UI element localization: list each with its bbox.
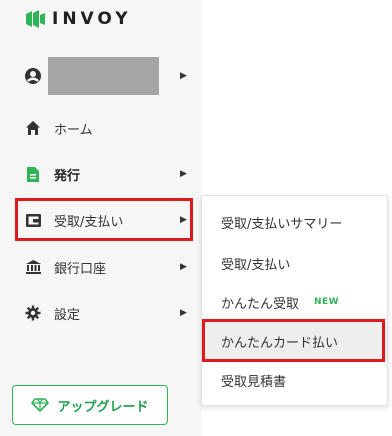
submenu-item-summary[interactable]: 受取/支払いサマリー (202, 202, 387, 242)
sidebar-item-settings[interactable]: 設定 ▶ (0, 293, 202, 333)
account-icon (24, 67, 42, 85)
sidebar: INVOY ▶ ホーム 発行 ▶ 受取/支払い ▶ 銀行口座 ▶ 設定 ▶ アッ… (0, 0, 202, 436)
invoy-logo-icon (26, 10, 45, 28)
submenu-item-easy-card-pay[interactable]: かんたんカード払い (202, 321, 387, 361)
sidebar-item-issue[interactable]: 発行 ▶ (0, 154, 202, 194)
upgrade-button[interactable]: アップグレード (12, 385, 168, 425)
submenu-item-easy-receive[interactable]: かんたん受取 NEW (202, 282, 387, 322)
sidebar-item-label: 銀行口座 (54, 261, 107, 277)
sidebar-item-bank-account[interactable]: 銀行口座 ▶ (0, 247, 202, 287)
sidebar-item-receive-pay[interactable]: 受取/支払い ▶ (0, 200, 202, 240)
home-icon (24, 119, 42, 137)
redacted-account-name (48, 57, 159, 95)
sidebar-item-label: 発行 (54, 168, 81, 184)
chevron-right-icon: ▶ (180, 262, 187, 272)
chevron-right-icon: ▶ (180, 215, 187, 225)
bank-icon (24, 258, 42, 276)
submenu-item-label: 受取/支払いサマリー (221, 216, 343, 232)
submenu-item-label: 受取/支払い (221, 257, 291, 273)
sidebar-item-home[interactable]: ホーム (0, 108, 202, 148)
chevron-right-icon: ▶ (180, 71, 187, 81)
submenu-item-label: かんたんカード払い (221, 335, 339, 351)
brand-name: INVOY (52, 9, 132, 29)
submenu-item-label: かんたん受取 (221, 296, 300, 312)
chevron-right-icon: ▶ (180, 308, 187, 318)
sidebar-item-label: ホーム (54, 122, 93, 138)
submenu-item-label: 受取見積書 (221, 374, 287, 390)
upgrade-label: アップグレード (57, 399, 149, 415)
brand-logo[interactable]: INVOY (24, 9, 132, 29)
wallet-icon (24, 211, 42, 229)
chevron-right-icon: ▶ (180, 169, 187, 179)
new-badge: NEW (314, 297, 340, 307)
submenu-receive-pay: 受取/支払いサマリー 受取/支払い かんたん受取 NEW かんたんカード払い 受… (201, 195, 388, 406)
sidebar-item-label: 設定 (54, 307, 81, 323)
gear-icon (24, 304, 42, 322)
submenu-item-receive-pay[interactable]: 受取/支払い (202, 243, 387, 283)
document-icon (24, 165, 42, 183)
sidebar-item-label: 受取/支払い (54, 214, 124, 230)
diamond-icon (31, 398, 50, 412)
submenu-item-quotation[interactable]: 受取見積書 (202, 360, 387, 400)
